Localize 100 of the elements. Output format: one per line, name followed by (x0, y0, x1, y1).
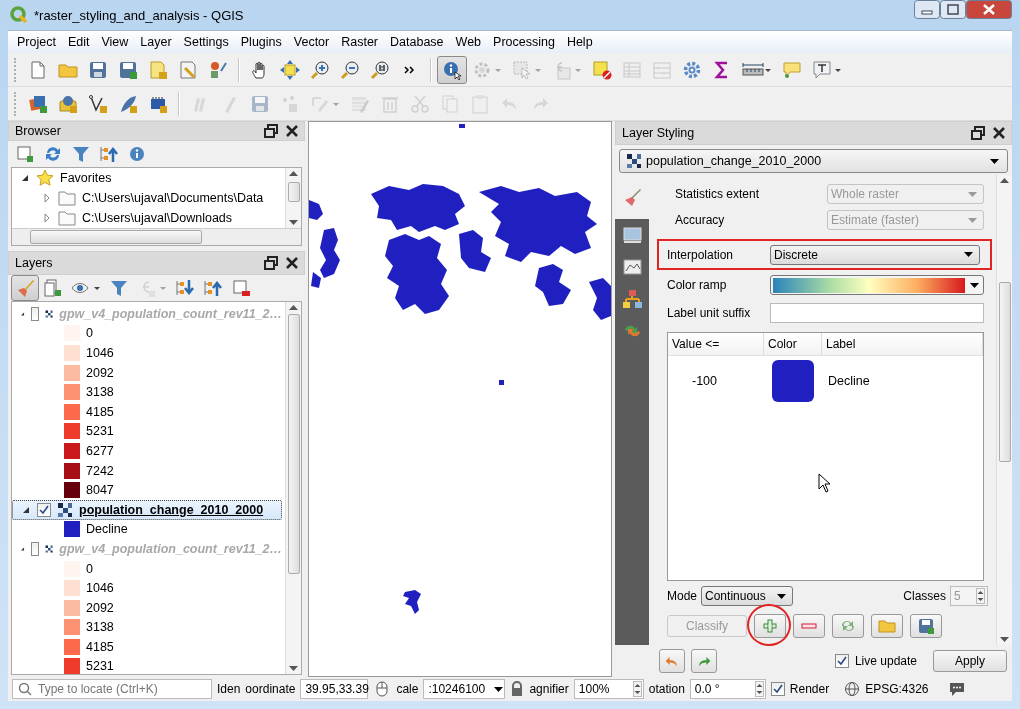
scale-dropdown[interactable]: :10246100 (423, 679, 506, 699)
new-page-icon[interactable] (28, 59, 48, 80)
column-header[interactable]: Label (822, 333, 983, 355)
coordinate-field[interactable]: 39.95,33.39 (300, 679, 369, 699)
floppy-disk-button[interactable] (910, 614, 942, 638)
horizontal-scrollbar[interactable] (12, 228, 301, 245)
folder-button[interactable] (871, 614, 903, 638)
side-tab[interactable] (615, 175, 649, 219)
magnifier-field[interactable]: 100% (573, 679, 644, 699)
menu-item[interactable]: View (96, 33, 136, 51)
column-header[interactable]: Color (764, 333, 822, 355)
layer-dropdown[interactable]: population_change_2010_2000 (619, 149, 1008, 173)
menu-item[interactable]: Processing (488, 33, 562, 51)
apply-button[interactable]: Apply (933, 650, 1007, 672)
speech-bubble-icon[interactable] (947, 681, 966, 697)
rotation-field[interactable]: 0.0 ° (689, 679, 766, 699)
undo-button[interactable] (659, 649, 685, 673)
info-cursor-icon[interactable] (442, 59, 462, 80)
expanded-arrow-icon[interactable] (20, 173, 30, 183)
tree-item[interactable]: C:\Users\ujaval\Documents\Data (82, 191, 264, 205)
crs-label[interactable]: EPSG:4326 (865, 682, 929, 696)
checkbox[interactable] (834, 654, 849, 668)
tree-item[interactable]: Favorites (60, 171, 112, 185)
layer-name[interactable]: population_change_2010_2000 (79, 502, 264, 517)
maximize-icon[interactable] (940, 0, 966, 19)
info-icon[interactable] (127, 144, 147, 164)
scrollbar-thumb[interactable] (287, 182, 300, 202)
checkbox[interactable] (770, 682, 785, 696)
scrollbar-thumb[interactable] (998, 282, 1011, 462)
refresh-icon[interactable] (43, 144, 63, 164)
gear-icon[interactable] (682, 59, 702, 80)
menu-item[interactable]: Plugins (235, 33, 289, 51)
float-panel-icon[interactable] (263, 123, 279, 139)
input-field[interactable] (770, 303, 984, 323)
lock-icon[interactable] (510, 681, 525, 697)
column-header[interactable]: Value <= (668, 333, 764, 355)
spin-arrows-icon[interactable] (632, 681, 642, 697)
shapes-icon[interactable] (208, 59, 228, 80)
dropdown[interactable]: Discrete (770, 244, 980, 265)
vertical-scrollbar[interactable] (996, 175, 1012, 645)
menu-item[interactable]: Edit (62, 33, 97, 51)
zoom-out-icon[interactable] (340, 59, 360, 80)
close-icon[interactable] (284, 123, 300, 139)
collapsed-arrow-icon[interactable] (42, 213, 52, 223)
checkbox-label[interactable]: Live update (854, 654, 917, 668)
menu-item[interactable]: Vector (288, 33, 337, 51)
float-panel-icon[interactable] (263, 255, 279, 271)
tree-item[interactable]: C:\Users\ujaval\Downloads (82, 211, 233, 225)
close-icon[interactable] (284, 255, 300, 271)
vertices-icon[interactable] (88, 93, 108, 114)
menu-item[interactable]: Settings (178, 33, 236, 51)
scrollbar-thumb[interactable] (30, 230, 202, 244)
line-chart-icon[interactable] (621, 256, 643, 278)
hierarchy-icon[interactable] (621, 288, 643, 310)
collapse-tree-icon[interactable] (99, 144, 119, 164)
collapse-tree-icon[interactable] (203, 278, 223, 298)
menu-item[interactable]: Database (385, 33, 451, 51)
scrollbar-thumb[interactable] (287, 314, 300, 574)
feather-icon[interactable] (118, 93, 138, 114)
minus-button[interactable] (793, 614, 825, 638)
spin-arrows-icon[interactable] (754, 681, 764, 697)
vertical-scrollbar[interactable] (285, 302, 301, 674)
globe-icon[interactable] (844, 681, 861, 697)
redo-button[interactable] (691, 649, 717, 673)
floppy-disk-pencil-icon[interactable] (118, 59, 138, 80)
menu-item[interactable]: Web (450, 33, 489, 51)
stacked-layers-icon[interactable] (28, 93, 48, 114)
square-forbidden-icon[interactable] (592, 59, 612, 80)
color-swatch[interactable] (772, 360, 814, 402)
checkbox[interactable] (31, 541, 40, 556)
menu-item[interactable]: Project (12, 33, 63, 51)
plus-button[interactable] (754, 614, 786, 638)
layer-row[interactable]: population_change_2010_2000 (12, 499, 282, 520)
minimize-icon[interactable] (914, 0, 940, 19)
collapsed-arrow-icon[interactable] (42, 193, 52, 203)
menu-item[interactable]: Help (561, 33, 600, 51)
zoom-in-icon[interactable] (310, 59, 330, 80)
four-arrows-icon[interactable] (280, 59, 300, 80)
magnifier-ratio-icon[interactable] (370, 59, 390, 80)
map-screen-icon[interactable] (621, 224, 643, 246)
text-bubble-icon[interactable] (812, 59, 842, 80)
filter-icon[interactable] (71, 144, 91, 164)
globe-box-icon[interactable] (58, 93, 78, 114)
square-plus-icon[interactable] (15, 144, 35, 164)
menu-item[interactable]: Raster (336, 33, 386, 51)
swap-arrows-button[interactable] (832, 614, 864, 638)
close-icon[interactable] (991, 125, 1007, 141)
search-field[interactable]: Type to locate (Ctrl+K) (12, 679, 212, 699)
float-panel-icon[interactable] (970, 125, 986, 141)
add-group-icon[interactable] (43, 278, 63, 298)
vertical-scrollbar[interactable] (285, 168, 301, 228)
checkbox[interactable] (31, 306, 40, 321)
remove-layer-icon[interactable] (231, 278, 251, 298)
tool-button[interactable] (437, 55, 467, 84)
expand-tree-icon[interactable] (175, 278, 195, 298)
menu-item[interactable]: Layer (135, 33, 179, 51)
checkbox[interactable] (37, 502, 51, 517)
color-ramp-dropdown[interactable] (770, 275, 984, 295)
filter-icon[interactable] (109, 278, 129, 298)
checkbox-label[interactable]: Render (789, 682, 830, 696)
